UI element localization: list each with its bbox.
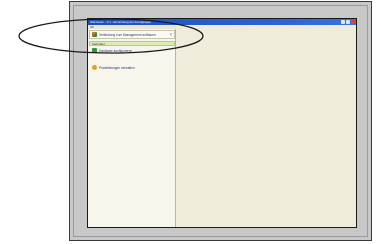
monitor-frame: Wachstum - 0.1 - Einrichtung der Anrufgr… xyxy=(69,1,372,241)
section-header-label: Verbindet xyxy=(92,42,105,46)
main-content-pane xyxy=(176,25,356,227)
minimize-icon[interactable] xyxy=(341,20,345,24)
connect-management-row[interactable]: Verbindung zum Management aufbauen ‹ xyxy=(89,30,175,39)
maximize-icon[interactable] xyxy=(346,20,350,24)
connect-label: Verbindung zum Management aufbauen xyxy=(99,32,156,37)
window-controls xyxy=(341,20,355,24)
navigation-sidebar: Verbindung zum Management aufbauen ‹ Ver… xyxy=(88,29,176,227)
close-icon[interactable] xyxy=(351,20,355,24)
sidebar-item-private-lines[interactable]: Privatleitungen verwalten xyxy=(89,64,175,71)
sidebar-item-hardware[interactable]: Hardware konfigurieren xyxy=(89,47,175,54)
window-title: Wachstum - 0.1 - Einrichtung der Anrufgr… xyxy=(90,20,151,24)
application-window: Wachstum - 0.1 - Einrichtung der Anrufgr… xyxy=(87,18,357,228)
collapse-chevron-icon[interactable]: ‹ xyxy=(170,32,172,38)
plug-icon xyxy=(92,32,97,37)
section-header[interactable]: Verbindet xyxy=(89,41,175,46)
config-icon xyxy=(92,48,97,53)
sidebar-item-label: Hardware konfigurieren xyxy=(99,48,133,53)
sidebar-item-label: Privatleitungen verwalten xyxy=(99,65,135,70)
phone-icon xyxy=(92,65,97,70)
